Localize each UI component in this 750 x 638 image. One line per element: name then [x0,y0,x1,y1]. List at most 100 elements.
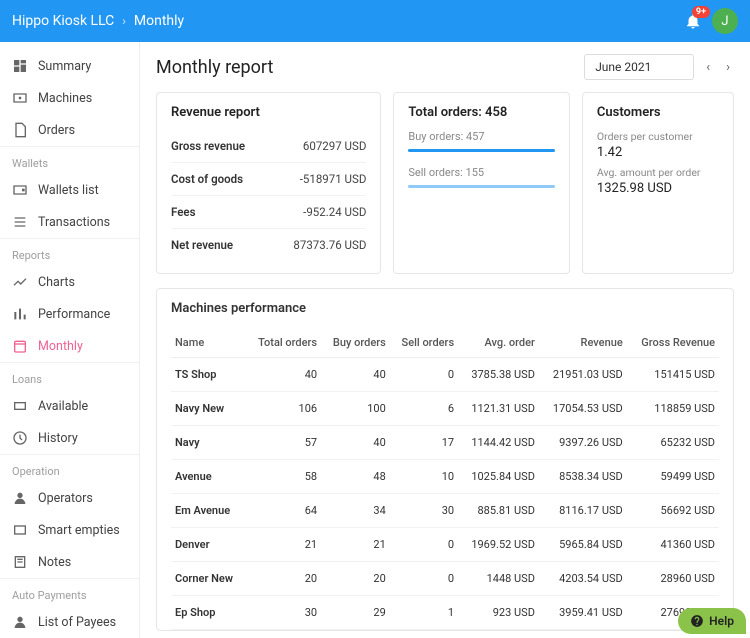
table-cell: 40 [321,426,390,460]
table-cell: 9397.26 USD [539,426,627,460]
sidebar-item-available[interactable]: Available [0,390,139,422]
sell-orders-bar [408,185,555,188]
panel-title: Machines performance [171,301,719,316]
prev-month-button[interactable]: ‹ [702,56,714,79]
sidebar-item-history[interactable]: History [0,422,139,454]
sidebar-section-header: Auto Payments [0,578,139,606]
sidebar-item-label: Wallets list [38,183,99,198]
breadcrumb-page: Monthly [134,13,184,29]
customers-card: Customers Orders per customer 1.42 Avg. … [582,92,734,274]
table-row[interactable]: Em Avenue643430885.81 USD8116.17 USD5669… [171,494,719,528]
sidebar-item-summary[interactable]: Summary [0,50,139,82]
table-row[interactable]: Corner New202001448 USD4203.54 USD28960 … [171,562,719,596]
avatar[interactable]: J [712,8,738,34]
table-cell: TS Shop [171,358,245,392]
orders-per-customer-value: 1.42 [597,145,719,160]
chart-icon [12,274,28,290]
sidebar-item-orders[interactable]: Orders [0,114,139,146]
sidebar-item-label: Monthly [38,339,83,354]
table-cell: 5965.84 USD [539,528,627,562]
sidebar-item-label: Available [38,399,88,414]
table-cell: 151415 USD [627,358,719,392]
month-select[interactable]: June 2021 [584,54,694,80]
table-row[interactable]: Navy5740171144.42 USD9397.26 USD65232 US… [171,426,719,460]
note-icon [12,554,28,570]
table-cell: 21951.03 USD [539,358,627,392]
table-cell: 28960 USD [627,562,719,596]
sidebar-section-header: Operation [0,454,139,482]
sidebar-item-label: Smart empties [38,523,120,538]
column-header[interactable]: Name [171,328,245,358]
table-cell: 48 [321,460,390,494]
sidebar-item-label: Machines [38,91,92,106]
column-header[interactable]: Sell orders [390,328,458,358]
breadcrumb: Hippo Kiosk LLC › Monthly [12,13,184,29]
table-cell: Corner New [171,562,245,596]
help-label: Help [709,614,734,628]
revenue-key: Cost of goods [171,172,243,186]
table-cell: 1448 USD [458,562,539,596]
table-cell: 58 [245,460,321,494]
doc-icon [12,122,28,138]
table-row[interactable]: Avenue5848101025.84 USD8538.34 USD59499 … [171,460,719,494]
table-cell: 1121.31 USD [458,392,539,426]
help-button[interactable]: Help [678,608,746,634]
sidebar-item-notes[interactable]: Notes [0,546,139,578]
table-cell: 1025.84 USD [458,460,539,494]
table-cell: 65232 USD [627,426,719,460]
next-month-button[interactable]: › [722,56,734,79]
table-cell: 1144.42 USD [458,426,539,460]
column-header[interactable]: Avg. order [458,328,539,358]
sell-orders-label: Sell orders: 155 [408,166,555,179]
table-row[interactable]: Denver212101969.52 USD5965.84 USD41360 U… [171,528,719,562]
column-header[interactable]: Gross Revenue [627,328,719,358]
sidebar-item-smart-empties[interactable]: Smart empties [0,514,139,546]
table-cell: 17054.53 USD [539,392,627,426]
sidebar-item-charts[interactable]: Charts [0,266,139,298]
column-header[interactable]: Revenue [539,328,627,358]
table-row[interactable]: TS Shop404003785.38 USD21951.03 USD15141… [171,358,719,392]
top-bar: Hippo Kiosk LLC › Monthly 9+ J [0,0,750,42]
sidebar-item-wallets-list[interactable]: Wallets list [0,174,139,206]
buy-orders-label: Buy orders: 457 [408,130,555,143]
card-title: Customers [597,105,719,120]
list-icon [12,214,28,230]
revenue-value: 607297 USD [303,139,366,153]
sidebar-item-monthly[interactable]: Monthly [0,330,139,362]
table-cell: 41360 USD [627,528,719,562]
card-title: Revenue report [171,105,366,120]
sidebar-item-label: Performance [38,307,110,322]
table-cell: 40 [245,358,321,392]
table-cell: 6 [390,392,458,426]
table-cell: 56692 USD [627,494,719,528]
sidebar-item-label: Charts [38,275,75,290]
chevron-right-icon: › [122,14,126,28]
person-icon [12,490,28,506]
table-cell: 0 [390,528,458,562]
column-header[interactable]: Buy orders [321,328,390,358]
sidebar: SummaryMachinesOrdersWalletsWallets list… [0,42,140,638]
notifications-button[interactable]: 9+ [684,12,702,30]
table-cell: 21 [245,528,321,562]
sidebar-item-operators[interactable]: Operators [0,482,139,514]
sidebar-section-header: Reports [0,238,139,266]
avg-amount-value: 1325.98 USD [597,181,719,196]
table-cell: 0 [390,358,458,392]
column-header[interactable]: Total orders [245,328,321,358]
sidebar-item-transactions[interactable]: Transactions [0,206,139,238]
money-icon [12,90,28,106]
sidebar-item-list-of-payees[interactable]: List of Payees [0,606,139,638]
sidebar-item-performance[interactable]: Performance [0,298,139,330]
table-cell: 0 [390,562,458,596]
sidebar-item-label: Transactions [38,215,110,230]
cal-icon [12,338,28,354]
sidebar-item-machines[interactable]: Machines [0,82,139,114]
table-row[interactable]: Navy New10610061121.31 USD17054.53 USD11… [171,392,719,426]
org-name[interactable]: Hippo Kiosk LLC [12,13,114,29]
bars-icon [12,306,28,322]
sidebar-item-label: Notes [38,555,71,570]
tag-icon [12,398,28,414]
orders-per-customer-label: Orders per customer [597,130,719,143]
hist-icon [12,430,28,446]
dashboard-icon [12,58,28,74]
